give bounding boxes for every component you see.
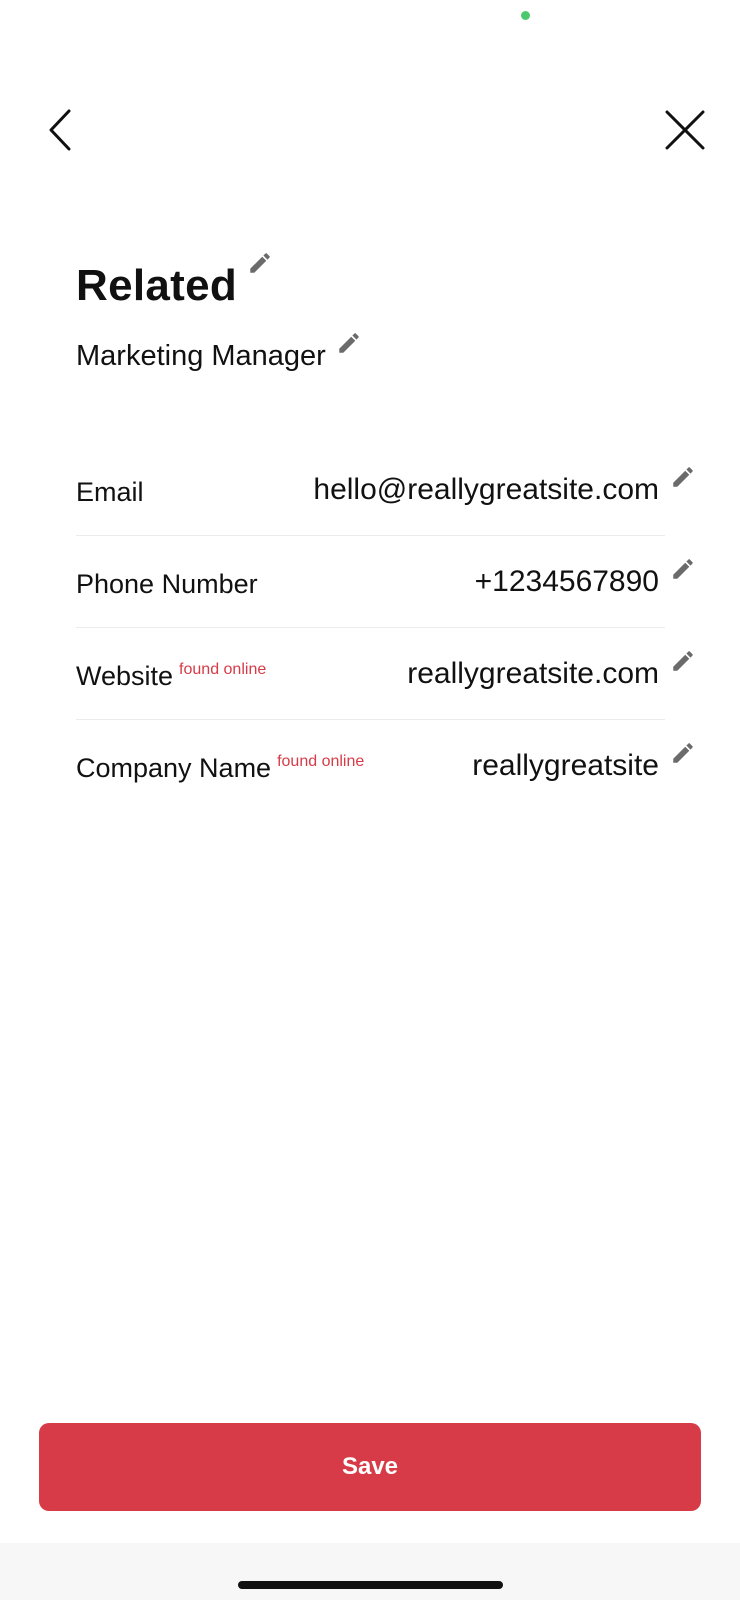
edit-company-pencil-icon[interactable] <box>670 740 696 766</box>
email-value[interactable]: hello@reallygreatsite.com <box>313 472 659 508</box>
bottom-safe-area <box>0 1543 740 1600</box>
field-label-phone: Phone Number <box>76 566 258 602</box>
field-label-company: Company Name found online <box>76 750 364 786</box>
found-online-tag: found online <box>179 661 267 678</box>
found-online-tag: found online <box>277 753 365 770</box>
edit-job-title-pencil-icon[interactable] <box>336 330 362 356</box>
edit-name-pencil-icon[interactable] <box>247 250 273 276</box>
company-value[interactable]: reallygreatsite <box>472 748 659 784</box>
back-button[interactable] <box>30 100 90 160</box>
chevron-left-icon <box>49 109 71 151</box>
contact-header: Related Marketing Manager <box>76 250 362 376</box>
field-label-text: Email <box>76 477 144 507</box>
field-label-text: Phone Number <box>76 569 258 599</box>
contact-name: Related <box>76 261 238 310</box>
field-label-text: Website <box>76 661 174 691</box>
close-icon <box>665 110 705 150</box>
field-row-phone: Phone Number +1234567890 <box>76 536 693 628</box>
website-value[interactable]: reallygreatsite.com <box>407 656 659 692</box>
home-indicator[interactable] <box>238 1581 503 1589</box>
edit-phone-pencil-icon[interactable] <box>670 556 696 582</box>
field-label-email: Email <box>76 474 144 510</box>
status-indicator-dot <box>521 11 530 20</box>
job-title: Marketing Manager <box>76 340 326 372</box>
field-row-email: Email hello@reallygreatsite.com <box>76 444 693 536</box>
field-row-company: Company Name found online reallygreatsite <box>76 720 693 812</box>
edit-website-pencil-icon[interactable] <box>670 648 696 674</box>
phone-value[interactable]: +1234567890 <box>475 564 659 600</box>
close-button[interactable] <box>655 100 715 160</box>
contact-fields-list: Email hello@reallygreatsite.com Phone Nu… <box>76 444 693 812</box>
contact-edit-screen: Related Marketing Manager Email hello@re… <box>0 0 740 1600</box>
edit-email-pencil-icon[interactable] <box>670 464 696 490</box>
save-button[interactable]: Save <box>39 1423 701 1511</box>
field-label-website: Website found online <box>76 658 266 694</box>
field-label-text: Company Name <box>76 753 272 783</box>
field-row-website: Website found online reallygreatsite.com <box>76 628 693 720</box>
